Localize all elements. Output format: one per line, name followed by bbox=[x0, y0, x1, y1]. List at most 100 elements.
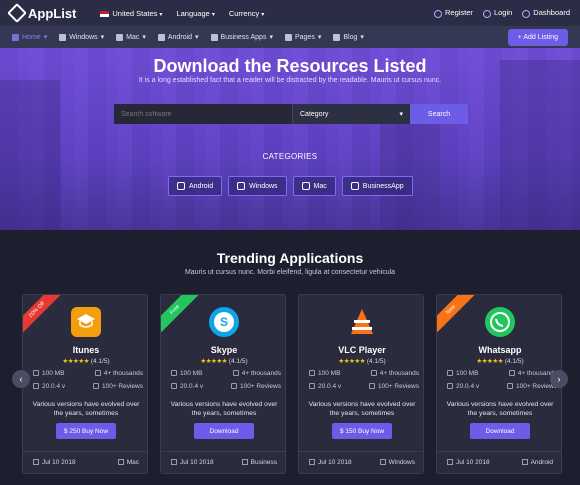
category-button-businessapp[interactable]: BusinessApp bbox=[341, 176, 413, 196]
reviews-value: 100+ Reviews bbox=[239, 383, 281, 390]
date-value: Jul 10 2018 bbox=[456, 459, 490, 466]
reviews: 100+ Reviews bbox=[506, 383, 557, 390]
brand-logo[interactable]: AppList bbox=[7, 3, 76, 23]
search-button[interactable]: Search bbox=[410, 104, 468, 124]
app-description: Various versions have evolved over the y… bbox=[446, 401, 554, 417]
apple-icon bbox=[116, 33, 124, 41]
meta-row: 100 MB 4+ thousands bbox=[447, 370, 557, 377]
windows-icon bbox=[59, 33, 67, 41]
top-menu: United States ▾ Language ▾ Currency ▾ bbox=[100, 9, 264, 18]
category-label: Mac bbox=[313, 182, 327, 190]
category-label: BusinessApp bbox=[362, 182, 404, 190]
nav-item-blog[interactable]: Blog ▾ bbox=[333, 33, 364, 41]
nav-item-android[interactable]: Android ▾ bbox=[157, 33, 199, 41]
platform[interactable]: Business bbox=[241, 459, 277, 466]
card-action-button[interactable]: Download bbox=[194, 423, 254, 439]
nav-item-mac[interactable]: Mac ▾ bbox=[116, 33, 146, 41]
category-button-mac[interactable]: Mac bbox=[292, 176, 336, 196]
app-card[interactable]: New Whatsapp ★★★★★ (4.1/5) 100 MB 4+ thousan… bbox=[436, 294, 562, 474]
platform-icon bbox=[379, 459, 386, 466]
star-rating-icon: ★★★★★ bbox=[476, 358, 504, 365]
version: 20.0.4 v bbox=[33, 383, 65, 390]
country-label: United States bbox=[112, 8, 158, 18]
category-button-android[interactable]: Android bbox=[168, 176, 223, 196]
nav-item-windows[interactable]: Windows ▾ bbox=[59, 33, 104, 41]
login-link[interactable]: Login bbox=[482, 8, 512, 18]
rating: ★★★★★ (4.1/5) bbox=[437, 357, 561, 365]
language-select[interactable]: Language ▾ bbox=[176, 9, 214, 18]
downloads: 4+ thousands bbox=[94, 370, 143, 377]
file-size: 100 MB bbox=[447, 370, 478, 377]
country-select[interactable]: United States ▾ bbox=[100, 9, 162, 18]
card-action-button[interactable]: Download bbox=[470, 423, 530, 439]
meta-row: 20.0.4 v 100+ Reviews bbox=[447, 383, 557, 390]
downloads: 4+ thousands bbox=[232, 370, 281, 377]
downloads-value: 4+ thousands bbox=[241, 370, 281, 377]
background-building bbox=[380, 120, 440, 230]
date-value: Jul 10 2018 bbox=[318, 459, 352, 466]
calendar-icon bbox=[33, 459, 39, 466]
refresh-icon bbox=[447, 383, 453, 390]
platform-value: Mac bbox=[126, 459, 139, 466]
downloads-value: 4+ thousands bbox=[103, 370, 143, 377]
card-action-button[interactable]: $ 150 Buy Now bbox=[332, 423, 392, 439]
rating-value: (4.1/5) bbox=[504, 358, 524, 365]
platform-icon bbox=[241, 459, 248, 466]
carousel-prev-button[interactable]: ‹ bbox=[12, 370, 30, 388]
app-card[interactable]: VLC Player ★★★★★ (4.1/5) 100 MB 4+ thousand… bbox=[298, 294, 424, 474]
android-icon bbox=[177, 182, 185, 190]
apple-icon bbox=[301, 182, 310, 190]
category-button-windows[interactable]: Windows bbox=[228, 176, 287, 196]
user-plus-icon bbox=[434, 9, 442, 18]
app-card[interactable]: 20% Off Itunes ★★★★★ (4.1/5) 100 MB 4+ thous… bbox=[22, 294, 148, 474]
skype-icon: S bbox=[209, 307, 239, 337]
version-value: 20.0.4 v bbox=[42, 383, 66, 390]
search-input[interactable] bbox=[114, 104, 292, 124]
file-size: 100 MB bbox=[33, 370, 64, 377]
trending-subtitle: Mauris ut cursus nunc. Morbi eleifend, l… bbox=[184, 269, 396, 276]
meta-row: 100 MB 4+ thousands bbox=[33, 370, 143, 377]
platform[interactable]: Mac bbox=[117, 459, 139, 466]
logo-icon bbox=[7, 3, 27, 23]
platform[interactable]: Android bbox=[521, 459, 553, 466]
refresh-icon bbox=[33, 383, 39, 390]
refresh-icon bbox=[309, 383, 315, 390]
card-footer: Jul 10 2018 Windows bbox=[299, 451, 423, 473]
calendar-icon bbox=[309, 459, 315, 466]
rating: ★★★★★ (4.1/5) bbox=[23, 357, 147, 365]
comment-icon bbox=[230, 383, 237, 390]
category-select[interactable]: Category ▾ bbox=[292, 104, 410, 124]
reviews: 100+ Reviews bbox=[230, 383, 281, 390]
nav-item-label: Home bbox=[22, 33, 41, 41]
category-buttons: Android Windows Mac BusinessApp bbox=[168, 176, 413, 196]
currency-select[interactable]: Currency ▾ bbox=[229, 9, 264, 18]
date: Jul 10 2018 bbox=[33, 459, 76, 466]
version: 20.0.4 v bbox=[447, 383, 479, 390]
nav-item-home[interactable]: Home ▾ bbox=[12, 33, 47, 41]
card-action-button[interactable]: $ 250 Buy Now bbox=[56, 423, 116, 439]
file-icon bbox=[33, 370, 39, 377]
dashboard-link[interactable]: Dashboard bbox=[522, 8, 570, 18]
reviews: 100+ Reviews bbox=[368, 383, 419, 390]
chevron-down-icon: ▾ bbox=[360, 34, 364, 41]
itunes-icon bbox=[71, 307, 101, 337]
version: 20.0.4 v bbox=[171, 383, 203, 390]
chevron-down-icon: ▾ bbox=[195, 34, 199, 41]
platform-value: Android bbox=[530, 459, 553, 466]
ribbon-badge: New bbox=[437, 295, 478, 337]
carousel-next-button[interactable]: › bbox=[550, 370, 568, 388]
meta-row: 20.0.4 v 100+ Reviews bbox=[171, 383, 281, 390]
calendar-icon bbox=[171, 459, 177, 466]
app-card[interactable]: Free S Skype ★★★★★ (4.1/5) 100 MB 4+ thousand… bbox=[160, 294, 286, 474]
hero-subtitle: It is a long established fact that a rea… bbox=[138, 77, 442, 84]
add-listing-button[interactable]: + Add Listing bbox=[507, 28, 568, 46]
platform[interactable]: Windows bbox=[379, 459, 415, 466]
rating-value: (4.1/5) bbox=[366, 358, 386, 365]
nav-item-pages[interactable]: Pages ▾ bbox=[284, 33, 321, 41]
register-link[interactable]: Register bbox=[434, 8, 473, 18]
add-listing-label: + Add Listing bbox=[517, 33, 558, 41]
blog-icon bbox=[333, 33, 341, 41]
app-description: Various versions have evolved over the y… bbox=[308, 401, 416, 417]
nav-item-label: Pages bbox=[294, 33, 315, 41]
nav-item-business-apps[interactable]: Business Apps ▾ bbox=[210, 33, 273, 41]
